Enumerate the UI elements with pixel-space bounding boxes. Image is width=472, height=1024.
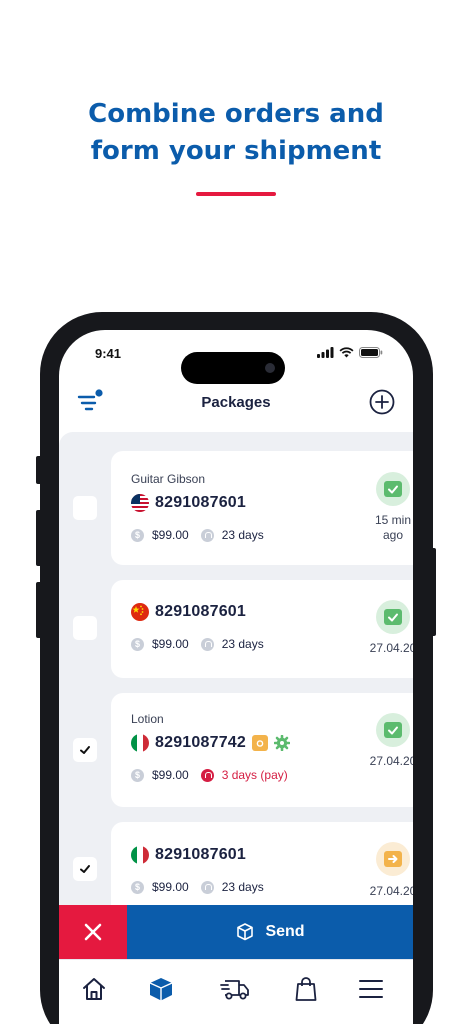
checkmark-icon <box>80 865 90 873</box>
package-card[interactable]: Lotion 8291087742 $99.00 3 days (pay) <box>111 693 413 807</box>
package-duration: 3 days (pay) <box>221 768 288 782</box>
coin-icon <box>131 768 144 782</box>
clock-icon <box>200 880 214 894</box>
clock-icon <box>200 528 214 542</box>
wifi-icon <box>339 347 354 358</box>
action-bar: Send <box>59 905 413 959</box>
checkmark-icon <box>80 746 90 754</box>
coin-icon <box>131 528 144 542</box>
package-meta: $99.00 23 days <box>131 637 264 651</box>
clock-alert-icon <box>200 768 214 782</box>
package-list: Guitar Gibson 8291087601 $99.00 23 days … <box>59 432 413 932</box>
package-status-time: 15 min ago <box>374 513 412 542</box>
tab-home[interactable] <box>79 974 109 1004</box>
box-outline-icon <box>237 923 254 941</box>
headline-line-1: Combine orders and <box>88 99 384 129</box>
plus-circle-icon <box>369 389 395 415</box>
package-check-icon <box>376 600 410 634</box>
cancel-selection-button[interactable] <box>59 905 127 959</box>
package-price: $99.00 <box>152 880 189 894</box>
package-meta: $99.00 3 days (pay) <box>131 768 288 782</box>
top-nav: Packages <box>59 382 413 432</box>
italy-flag-icon <box>131 734 149 752</box>
signal-icon <box>317 347 334 358</box>
home-icon <box>83 978 105 1000</box>
battery-icon <box>359 347 383 358</box>
phone-screen: 9:41 Packages Guitar Gibson 8291087601 $… <box>59 330 413 1024</box>
package-checkbox-checked[interactable] <box>73 738 97 762</box>
package-price: $99.00 <box>152 768 189 782</box>
page-title: Packages <box>201 394 271 411</box>
package-tracking: 8291087601 <box>131 846 246 864</box>
package-card[interactable]: 8291087601 $99.00 23 days 27.04.20 <box>111 580 413 678</box>
close-icon <box>84 923 102 941</box>
truck-icon <box>220 980 249 1000</box>
headline: Combine orders and form your shipment <box>0 96 472 170</box>
package-status-date: 27.04.20 <box>369 754 413 768</box>
tracking-number: 8291087601 <box>155 494 246 511</box>
tracking-number: 8291087601 <box>155 603 246 620</box>
send-label: Send <box>265 923 305 940</box>
package-status-date: 27.04.20 <box>369 884 413 898</box>
status-icons <box>317 347 383 358</box>
china-flag-icon <box>131 603 149 621</box>
send-button[interactable]: Send <box>127 905 413 959</box>
us-flag-icon <box>131 494 149 512</box>
package-check-icon <box>376 472 410 506</box>
package-duration: 23 days <box>221 880 264 894</box>
coin-icon <box>131 880 144 894</box>
package-tracking: 8291087742 <box>131 734 290 752</box>
package-price: $99.00 <box>152 528 189 542</box>
package-name: Guitar Gibson <box>131 472 206 486</box>
status-bar: 9:41 <box>59 342 413 384</box>
package-status-date: 27.04.20 <box>369 641 413 655</box>
camera-icon <box>251 735 268 751</box>
package-duration: 23 days <box>221 528 264 542</box>
shopping-bag-icon <box>295 977 317 1001</box>
package-check-icon <box>376 713 410 747</box>
coin-icon <box>131 637 144 651</box>
clock-icon <box>200 637 214 651</box>
gear-icon <box>273 735 290 751</box>
tab-shipments[interactable] <box>220 974 250 1004</box>
tab-menu[interactable] <box>356 974 386 1004</box>
menu-icon <box>359 980 383 998</box>
camera-lens <box>265 363 275 373</box>
package-checkbox[interactable] <box>73 616 97 640</box>
package-forward-icon <box>376 842 410 876</box>
package-checkbox-checked[interactable] <box>73 857 97 881</box>
italy-flag-icon <box>131 846 149 864</box>
package-price: $99.00 <box>152 637 189 651</box>
package-tracking: 8291087601 <box>131 603 246 621</box>
tracking-number: 8291087742 <box>155 734 246 751</box>
package-tracking: 8291087601 <box>131 494 246 512</box>
package-duration: 23 days <box>221 637 264 651</box>
package-meta: $99.00 23 days <box>131 528 264 542</box>
dynamic-island <box>181 352 285 384</box>
tab-bar <box>59 959 413 1019</box>
package-name: Lotion <box>131 712 164 726</box>
package-meta: $99.00 23 days <box>131 880 264 894</box>
tab-shop[interactable] <box>291 974 321 1004</box>
status-time: 9:41 <box>95 346 122 361</box>
headline-line-2: form your shipment <box>90 136 382 166</box>
box-icon <box>149 978 173 1001</box>
add-package-button[interactable] <box>369 389 395 415</box>
headline-underline <box>196 192 276 196</box>
package-card[interactable]: Guitar Gibson 8291087601 $99.00 23 days … <box>111 451 413 565</box>
tracking-number: 8291087601 <box>155 846 246 863</box>
tab-packages[interactable] <box>146 974 176 1004</box>
package-checkbox[interactable] <box>73 496 97 520</box>
